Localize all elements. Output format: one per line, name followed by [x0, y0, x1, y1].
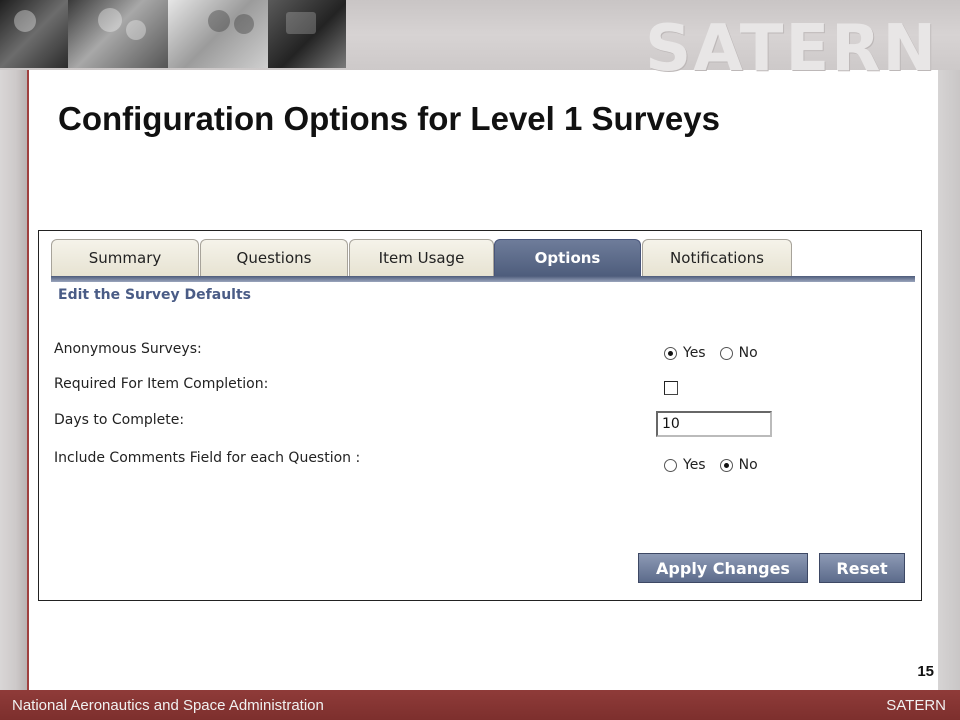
banner-photo	[168, 0, 268, 68]
comments-no-radio[interactable]	[719, 458, 733, 472]
tab-divider	[51, 276, 915, 282]
slide-title: Configuration Options for Level 1 Survey…	[58, 100, 720, 137]
footer-bar: National Aeronautics and Space Administr…	[0, 690, 960, 720]
comments-no-label: No	[738, 457, 758, 473]
right-accent-bar	[938, 68, 960, 690]
footer-organization: National Aeronautics and Space Administr…	[12, 697, 324, 714]
required-completion-checkbox[interactable]	[664, 381, 678, 395]
comments-yes-radio[interactable]	[664, 458, 677, 472]
tab-item-usage[interactable]: Item Usage	[349, 239, 494, 276]
comments-field-label: Include Comments Field for each Question…	[54, 450, 361, 466]
survey-options-panel: Summary Questions Item Usage Options Not…	[38, 230, 922, 601]
page-number: 15	[917, 663, 934, 680]
required-completion-label: Required For Item Completion:	[54, 376, 269, 392]
left-accent-bar	[0, 0, 29, 690]
tab-options[interactable]: Options	[494, 239, 641, 276]
banner-photo	[0, 0, 68, 68]
anonymous-yes-radio[interactable]	[664, 346, 677, 360]
anonymous-no-label: No	[738, 345, 758, 361]
tab-questions[interactable]: Questions	[200, 239, 348, 276]
footer-brand: SATERN	[886, 697, 946, 714]
anonymous-yes-label: Yes	[683, 345, 706, 361]
banner-photo	[68, 0, 168, 68]
days-to-complete-label: Days to Complete:	[54, 412, 185, 428]
anonymous-no-radio[interactable]	[719, 346, 733, 360]
section-title: Edit the Survey Defaults	[58, 287, 251, 303]
anonymous-surveys-radio-group: Yes No	[664, 345, 766, 361]
tab-notifications[interactable]: Notifications	[642, 239, 792, 276]
tab-summary[interactable]: Summary	[51, 239, 199, 276]
comments-yes-label: Yes	[683, 457, 706, 473]
days-to-complete-input[interactable]	[656, 411, 772, 437]
banner-photo	[268, 0, 346, 68]
apply-changes-button[interactable]: Apply Changes	[638, 553, 808, 583]
header-banner: SATERN	[0, 0, 960, 86]
anonymous-surveys-label: Anonymous Surveys:	[54, 341, 202, 357]
satern-logo: SATERN	[645, 12, 938, 86]
reset-button[interactable]: Reset	[819, 553, 905, 583]
comments-field-radio-group: Yes No	[664, 457, 766, 473]
